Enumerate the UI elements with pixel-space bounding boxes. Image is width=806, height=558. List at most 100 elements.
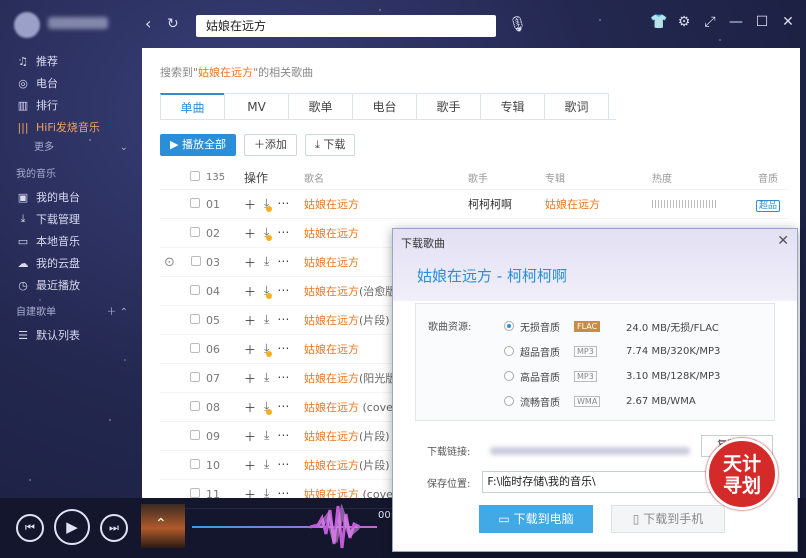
table-row[interactable]: 01 ＋ ⤓ ⋯ 姑娘在远方 柯柯柯啊 姑娘在远方 超品 [160, 190, 788, 219]
save-path-row: 保存位置: F:\临时存储\我的音乐\ [427, 471, 719, 493]
sidebar-more[interactable]: 更多 ⌄ [0, 138, 140, 158]
mini-mode-icon[interactable]: ⤢ [702, 14, 718, 30]
add-icon[interactable]: ＋ [244, 428, 256, 445]
tab-artists[interactable]: 歌手 [416, 93, 481, 119]
next-track-button[interactable]: ⏭ [100, 514, 128, 542]
more-icon[interactable]: ⋯ [277, 457, 289, 474]
search-input[interactable]: 姑娘在远方 [196, 15, 496, 37]
sidebar-item-default-list[interactable]: ☰ 默认列表 [0, 324, 140, 346]
sidebar-item-my-radio[interactable]: ▣ 我的电台 [0, 186, 140, 208]
expand-circle-icon[interactable]: ⊙ [164, 255, 175, 270]
previous-track-button[interactable]: ⏮ [16, 514, 44, 542]
plus-icon: ＋ [253, 138, 265, 151]
more-icon[interactable]: ⋯ [277, 399, 289, 416]
radio-button[interactable] [504, 346, 514, 356]
play-button[interactable]: ▶ [54, 509, 90, 545]
more-icon[interactable]: ⋯ [277, 341, 289, 358]
more-icon[interactable]: ⋯ [277, 370, 289, 387]
select-all-checkbox[interactable] [160, 171, 206, 184]
play-all-button[interactable]: ▶ 播放全部 [160, 134, 236, 156]
quality-option[interactable]: 高品音质 MP3 3.10 MB/128K/MP3 [504, 368, 720, 384]
download-link-blurred[interactable] [490, 446, 691, 455]
more-icon[interactable]: ⋯ [277, 312, 289, 329]
add-icon[interactable]: ＋ [244, 225, 256, 242]
row-checkbox[interactable] [160, 197, 206, 211]
add-collapse-icons[interactable]: ＋ ⌃ [106, 302, 128, 324]
more-icon[interactable]: ⋯ [277, 428, 289, 445]
add-icon[interactable]: ＋ [244, 283, 256, 300]
sidebar-item-ranking[interactable]: ▥ 排行 [0, 94, 140, 116]
radio-button[interactable] [504, 396, 514, 406]
tab-lyrics[interactable]: 歌词 [544, 93, 609, 119]
add-icon[interactable]: ＋ [244, 341, 256, 358]
download-icon[interactable]: ⤓ [264, 312, 269, 329]
download-icon[interactable]: ⤓ [264, 283, 273, 300]
album-cover[interactable]: ⌃ [141, 504, 185, 548]
row-checkbox[interactable] [160, 400, 206, 414]
quality-option[interactable]: 无损音质 FLAC 24.0 MB/无损/FLAC [504, 318, 719, 334]
save-path-input[interactable]: F:\临时存储\我的音乐\ [482, 471, 719, 493]
artist-name[interactable]: 柯柯柯啊 [468, 196, 545, 212]
add-icon[interactable]: ＋ [244, 370, 256, 387]
row-checkbox[interactable] [160, 313, 206, 327]
back-icon[interactable]: ‹ [145, 15, 151, 33]
radio-button[interactable] [504, 371, 514, 381]
song-name[interactable]: 姑娘在远方 [304, 196, 468, 212]
sidebar-item-radio[interactable]: ◎ 电台 [0, 72, 140, 94]
download-icon[interactable]: ⤓ [264, 428, 269, 445]
more-icon[interactable]: ⋯ [277, 225, 289, 242]
minimize-icon[interactable]: — [728, 14, 744, 30]
download-icon[interactable]: ⤓ [264, 457, 269, 474]
username-blurred[interactable] [48, 17, 108, 29]
download-icon[interactable]: ⤓ [264, 196, 273, 213]
add-icon[interactable]: ＋ [244, 312, 256, 329]
add-icon[interactable]: ＋ [244, 399, 256, 416]
download-icon[interactable]: ⤓ [264, 370, 269, 387]
sidebar-item-local[interactable]: ▭ 本地音乐 [0, 230, 140, 252]
sidebar-item-recommend[interactable]: ♫ 推荐 [0, 50, 140, 72]
avatar[interactable] [14, 12, 40, 38]
skin-icon[interactable]: 👕 [650, 14, 667, 30]
download-icon[interactable]: ⤓ [264, 399, 273, 416]
close-icon[interactable]: ✕ [777, 233, 789, 249]
download-to-phone-button[interactable]: ▯ 下载到手机 [611, 505, 725, 533]
row-checkbox[interactable] [160, 429, 206, 443]
add-icon[interactable]: ＋ [244, 196, 256, 213]
row-checkbox[interactable] [160, 342, 206, 356]
download-icon[interactable]: ⤓ [264, 341, 273, 358]
row-checkbox[interactable] [160, 226, 206, 240]
tab-playlists[interactable]: 歌单 [288, 93, 353, 119]
row-checkbox[interactable] [160, 284, 206, 298]
radio-button[interactable] [504, 321, 514, 331]
more-icon[interactable]: ⋯ [277, 196, 289, 213]
add-button[interactable]: ＋添加 [243, 134, 297, 156]
sidebar-item-recent[interactable]: ◷ 最近播放 [0, 274, 140, 296]
sidebar-item-downloads[interactable]: ⤓ 下载管理 [0, 208, 140, 230]
download-icon[interactable]: ⤓ [264, 225, 273, 242]
album-name[interactable]: 姑娘在远方 [545, 196, 652, 212]
row-checkbox[interactable]: ⊙ [160, 255, 206, 270]
sidebar-item-cloud[interactable]: ☁ 我的云盘 [0, 252, 140, 274]
tab-radio[interactable]: 电台 [352, 93, 417, 119]
tab-albums[interactable]: 专辑 [480, 93, 545, 119]
tab-mv[interactable]: MV [224, 93, 289, 119]
row-checkbox[interactable] [160, 371, 206, 385]
download-button[interactable]: ⤓ 下载 [304, 134, 356, 156]
add-icon[interactable]: ＋ [244, 254, 256, 271]
tab-songs[interactable]: 单曲 [160, 93, 225, 119]
download-icon[interactable]: ⤓ [264, 254, 269, 271]
more-icon[interactable]: ⋯ [277, 254, 289, 271]
add-icon[interactable]: ＋ [244, 457, 256, 474]
microphone-icon[interactable]: 🎙 [508, 15, 527, 33]
refresh-icon[interactable]: ↻ [167, 15, 179, 33]
sidebar-item-hifi[interactable]: ||| HiFi发烧音乐 [0, 116, 140, 138]
download-to-pc-button[interactable]: ▭ 下载到电脑 [479, 505, 593, 533]
file-size: 24.0 MB/无损/FLAC [626, 322, 719, 334]
quality-option[interactable]: 流畅音质 WMA 2.67 MB/WMA [504, 393, 696, 409]
quality-option[interactable]: 超品音质 MP3 7.74 MB/320K/MP3 [504, 343, 720, 359]
gear-icon[interactable]: ⚙ [676, 14, 692, 30]
close-icon[interactable]: ✕ [780, 14, 796, 30]
maximize-icon[interactable]: ☐ [754, 14, 770, 30]
more-icon[interactable]: ⋯ [277, 283, 289, 300]
row-checkbox[interactable] [160, 458, 206, 472]
